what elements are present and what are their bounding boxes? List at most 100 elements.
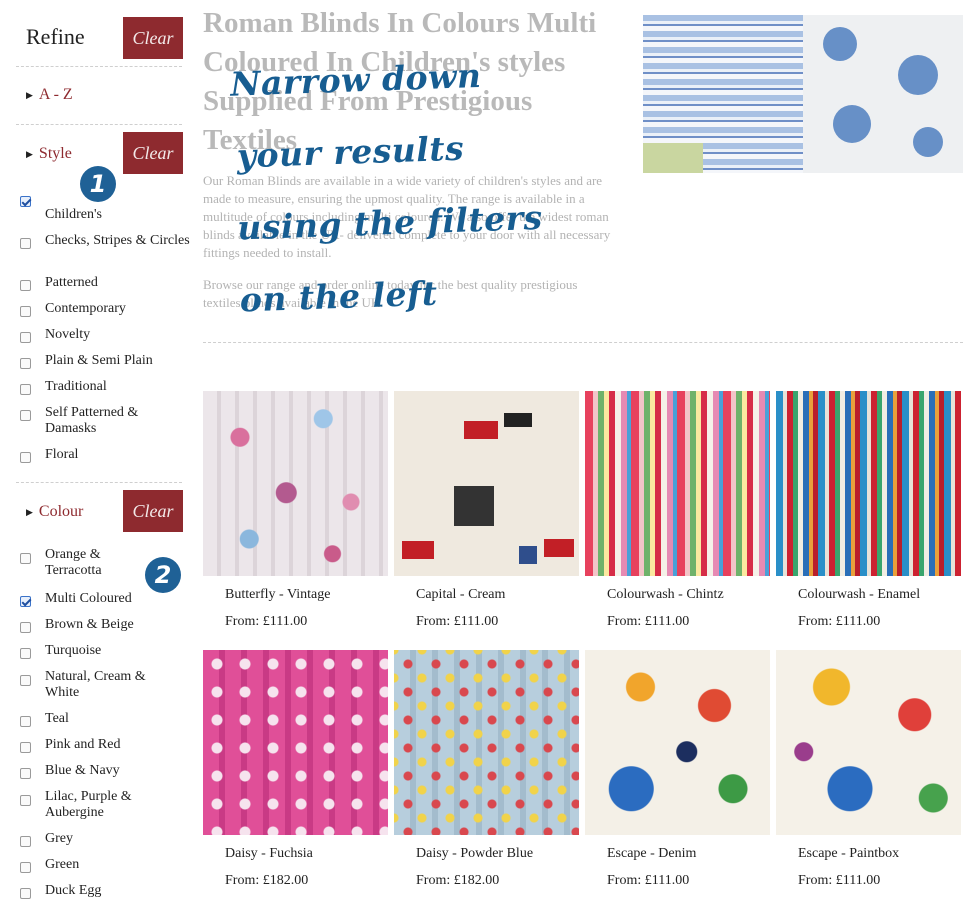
checkbox[interactable] xyxy=(20,716,31,727)
refine-title: Refine xyxy=(26,24,85,49)
checkbox[interactable] xyxy=(20,332,31,343)
style-option-patterned[interactable]: Patterned xyxy=(20,275,190,291)
colour-option-natural[interactable]: Natural, Cream & White xyxy=(20,669,190,701)
product-card[interactable]: Daisy - Fuchsia From: £182.00 xyxy=(203,650,389,888)
product-price: From: £111.00 xyxy=(607,873,690,888)
product-price: From: £182.00 xyxy=(225,873,309,888)
product-image[interactable] xyxy=(776,391,961,576)
product-name[interactable]: Capital - Cream xyxy=(416,587,505,603)
option-label: Checks, Stripes & Circles xyxy=(45,233,190,248)
style-option-self-patterned[interactable]: Self Patterned & Damasks xyxy=(20,405,190,437)
colour-option-pink[interactable]: Pink and Red xyxy=(20,737,190,753)
checkbox[interactable] xyxy=(20,452,31,463)
triangle-right-icon: ▶ xyxy=(26,89,33,100)
checkbox[interactable] xyxy=(20,648,31,659)
checkbox[interactable] xyxy=(20,238,31,249)
style-option-plain[interactable]: Plain & Semi Plain xyxy=(20,353,190,369)
overlay-line: Narrow down xyxy=(229,55,483,104)
style-option-traditional[interactable]: Traditional xyxy=(20,379,190,395)
option-label: Green xyxy=(45,857,80,872)
option-label: Patterned xyxy=(45,275,98,290)
style-option-novelty[interactable]: Novelty xyxy=(20,327,190,343)
style-option-checks-stripes[interactable]: Checks, Stripes & Circles xyxy=(20,233,190,249)
colour-option-green[interactable]: Green xyxy=(20,857,190,873)
style-option-contemporary[interactable]: Contemporary xyxy=(20,301,190,317)
product-image[interactable] xyxy=(585,650,770,835)
colour-option-duck-egg[interactable]: Duck Egg xyxy=(20,883,190,899)
product-price: From: £182.00 xyxy=(416,873,500,888)
roman-blind-photo xyxy=(643,15,803,173)
option-label: Contemporary xyxy=(45,301,126,316)
triangle-down-icon: ▶ xyxy=(26,148,33,159)
product-price: From: £111.00 xyxy=(416,614,499,629)
product-card[interactable]: Butterfly - Vintage From: £111.00 xyxy=(203,391,389,629)
option-label: Orange & Terracotta xyxy=(45,547,102,578)
product-name[interactable]: Colourwash - Enamel xyxy=(798,587,920,603)
filter-style-label: Style xyxy=(38,145,72,162)
checkbox[interactable] xyxy=(20,384,31,395)
checkbox[interactable] xyxy=(20,768,31,779)
colour-option-lilac[interactable]: Lilac, Purple & Aubergine xyxy=(20,789,190,821)
colour-option-orange[interactable]: Orange & Terracotta xyxy=(20,547,190,579)
filter-colour-toggle[interactable]: ▶ Colour xyxy=(26,503,83,521)
colour-option-multi[interactable]: Multi Coloured xyxy=(20,591,190,607)
product-image[interactable] xyxy=(203,391,388,576)
product-price: From: £111.00 xyxy=(607,614,690,629)
option-label: Natural, Cream & White xyxy=(45,669,146,700)
product-price: From: £111.00 xyxy=(225,614,308,629)
product-image[interactable] xyxy=(585,391,770,576)
colour-option-turquoise[interactable]: Turquoise xyxy=(20,643,190,659)
checkbox[interactable] xyxy=(20,742,31,753)
product-card[interactable]: Escape - Denim From: £111.00 xyxy=(585,650,771,888)
refine-sidebar: Refine Clear ▶ A - Z ▶ Style Clear 1 Chi… xyxy=(0,0,190,902)
option-label: Brown & Beige xyxy=(45,617,134,632)
checkbox[interactable] xyxy=(20,596,31,607)
clear-all-button[interactable]: Clear xyxy=(123,17,183,59)
clear-style-button[interactable]: Clear xyxy=(123,132,183,174)
colour-option-blue[interactable]: Blue & Navy xyxy=(20,763,190,779)
product-card[interactable]: Escape - Paintbox From: £111.00 xyxy=(776,650,962,888)
product-name[interactable]: Escape - Paintbox xyxy=(798,846,899,862)
checkbox[interactable] xyxy=(20,196,31,207)
checkbox[interactable] xyxy=(20,280,31,291)
product-name[interactable]: Butterfly - Vintage xyxy=(225,587,330,603)
checkbox[interactable] xyxy=(20,410,31,421)
checkbox[interactable] xyxy=(20,675,31,686)
checkbox[interactable] xyxy=(20,622,31,633)
product-card[interactable]: Daisy - Powder Blue From: £182.00 xyxy=(394,650,580,888)
colour-option-teal[interactable]: Teal xyxy=(20,711,190,727)
triangle-down-icon: ▶ xyxy=(26,506,33,517)
product-image[interactable] xyxy=(776,650,961,835)
product-price: From: £111.00 xyxy=(798,873,881,888)
checkbox[interactable] xyxy=(20,306,31,317)
checkbox[interactable] xyxy=(20,836,31,847)
filter-hint-overlay: Narrow down your results using the filte… xyxy=(229,35,619,336)
product-name[interactable]: Daisy - Fuchsia xyxy=(225,846,313,862)
product-card[interactable]: Capital - Cream From: £111.00 xyxy=(394,391,580,629)
colour-option-grey[interactable]: Grey xyxy=(20,831,190,847)
product-name[interactable]: Escape - Denim xyxy=(607,846,696,862)
filter-az-toggle[interactable]: ▶ A - Z xyxy=(26,86,73,104)
checkbox[interactable] xyxy=(20,358,31,369)
product-image[interactable] xyxy=(394,391,579,576)
style-option-floral[interactable]: Floral xyxy=(20,447,190,463)
checkbox[interactable] xyxy=(20,862,31,873)
hero-image xyxy=(643,15,963,173)
option-label: Novelty xyxy=(45,327,91,342)
product-name[interactable]: Colourwash - Chintz xyxy=(607,587,724,603)
product-card[interactable]: Colourwash - Chintz From: £111.00 xyxy=(585,391,771,629)
checkbox[interactable] xyxy=(20,553,31,564)
style-option-childrens[interactable]: Children's xyxy=(20,191,190,223)
colour-option-brown[interactable]: Brown & Beige xyxy=(20,617,190,633)
checkbox[interactable] xyxy=(20,795,31,806)
filter-style-toggle[interactable]: ▶ Style xyxy=(26,145,72,163)
option-label: Multi Coloured xyxy=(45,591,132,606)
clear-colour-button[interactable]: Clear xyxy=(123,490,183,532)
product-image[interactable] xyxy=(394,650,579,835)
option-label: Plain & Semi Plain xyxy=(45,353,153,368)
product-image[interactable] xyxy=(203,650,388,835)
product-name[interactable]: Daisy - Powder Blue xyxy=(416,846,533,862)
checkbox[interactable] xyxy=(20,888,31,899)
product-card[interactable]: Colourwash - Enamel From: £111.00 xyxy=(776,391,962,629)
option-label: Traditional xyxy=(45,379,107,394)
